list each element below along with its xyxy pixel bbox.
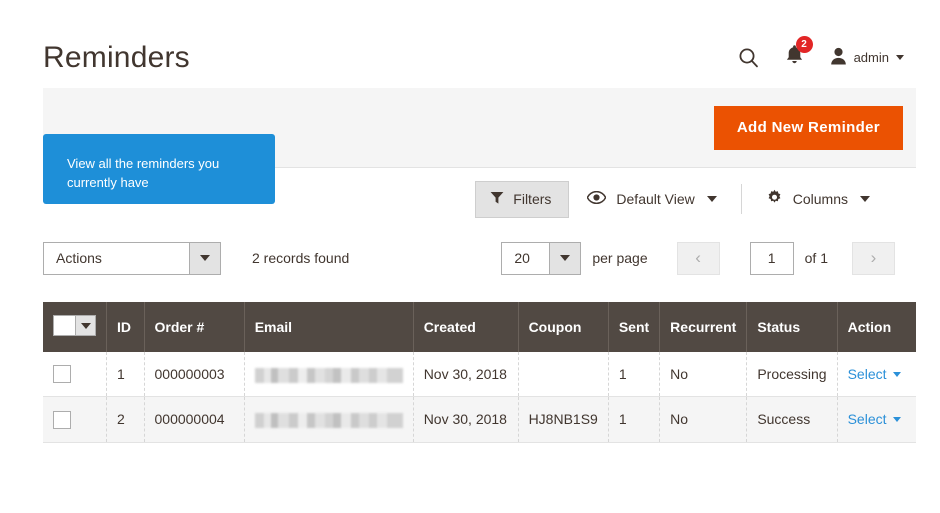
next-page-button[interactable]: ›: [852, 241, 895, 275]
reminders-grid: ID Order # Email Created Coupon Sent Rec…: [43, 302, 916, 443]
chevron-down-icon: [860, 196, 870, 202]
chevron-down-icon: [892, 416, 901, 422]
table-header-row: ID Order # Email Created Coupon Sent Rec…: [43, 302, 916, 352]
row-action-label: Select: [847, 366, 887, 383]
header-order[interactable]: Order #: [144, 302, 245, 352]
header-created[interactable]: Created: [413, 302, 519, 352]
select-all-checkbox-dropdown[interactable]: [53, 315, 96, 336]
cell-recurrent: No: [659, 352, 748, 398]
gear-icon: [766, 189, 783, 209]
chevron-down-icon: [896, 54, 904, 60]
default-view-label: Default View: [616, 191, 695, 207]
page-title: Reminders: [43, 40, 190, 74]
per-page-dropdown[interactable]: 20: [501, 241, 582, 275]
funnel-icon: [490, 191, 504, 208]
user-name: admin: [853, 49, 889, 65]
eye-icon: [586, 190, 607, 207]
cell-coupon: [518, 352, 609, 398]
actions-dropdown[interactable]: Actions: [43, 241, 221, 275]
chevron-down-icon: [706, 196, 717, 202]
cell-recurrent: No: [659, 396, 748, 443]
cell-status: Success: [746, 396, 838, 443]
user-menu[interactable]: admin: [830, 47, 904, 68]
header-action: Action: [837, 302, 916, 352]
chevron-down-icon: [892, 371, 901, 377]
redacted-email: [254, 367, 403, 383]
row-checkbox[interactable]: [53, 365, 71, 384]
row-select-cell[interactable]: [43, 396, 107, 443]
chevron-down-icon[interactable]: [75, 316, 95, 335]
columns-label: Columns: [792, 191, 848, 207]
cell-order: 000000003: [144, 352, 245, 398]
search-icon[interactable]: [738, 47, 759, 68]
header-id[interactable]: ID: [106, 302, 145, 352]
cell-created: Nov 30, 2018: [413, 396, 519, 443]
previous-page-button[interactable]: ‹: [676, 241, 720, 275]
cell-id: 1: [106, 352, 145, 398]
header-actions: 2 admin: [738, 36, 904, 70]
cell-email: [244, 396, 414, 443]
header-status[interactable]: Status: [746, 302, 838, 352]
notifications-button[interactable]: 2: [785, 36, 813, 70]
cell-created: Nov 30, 2018: [413, 352, 519, 398]
user-avatar-icon: [830, 47, 847, 68]
toolbar-divider: [740, 184, 742, 214]
row-checkbox[interactable]: [53, 410, 71, 429]
row-action-select[interactable]: Select: [848, 411, 901, 427]
header-select-all[interactable]: [43, 302, 107, 352]
per-page-value: 20: [514, 250, 530, 266]
table-row[interactable]: 1 000000003 Nov 30, 2018 1 No Processing…: [43, 352, 916, 398]
notification-badge: 2: [795, 36, 813, 53]
page-tooltip: View all the reminders you currently hav…: [43, 134, 275, 204]
row-action-label: Select: [847, 411, 887, 428]
table-head: ID Order # Email Created Coupon Sent Rec…: [43, 302, 916, 352]
row-select-cell[interactable]: [43, 352, 107, 398]
select-all-checkbox[interactable]: [54, 316, 75, 335]
header-coupon[interactable]: Coupon: [518, 302, 609, 352]
cell-status: Processing: [746, 352, 838, 398]
cell-action[interactable]: Select: [837, 352, 916, 398]
default-view-selector[interactable]: Default View: [569, 190, 734, 207]
chevron-down-icon: [189, 242, 220, 274]
cell-order: 000000004: [144, 396, 245, 443]
add-new-reminder-button[interactable]: Add New Reminder: [713, 105, 903, 150]
page-header: Reminders 2 admin: [0, 0, 940, 88]
header-sent[interactable]: Sent: [608, 302, 661, 352]
actions-dropdown-label: Actions: [56, 250, 102, 266]
reminders-table: ID Order # Email Created Coupon Sent Rec…: [43, 302, 916, 443]
cell-email: [244, 352, 414, 398]
filters-label: Filters: [513, 191, 552, 207]
table-row[interactable]: 2 000000004 Nov 30, 2018 HJ8NB1S9 1 No S…: [43, 396, 916, 443]
pagination-controls: 20 per page ‹ of 1 ›: [501, 241, 916, 275]
total-pages-label: of 1: [804, 250, 828, 266]
table-body: 1 000000003 Nov 30, 2018 1 No Processing…: [43, 352, 916, 443]
page-number-input[interactable]: [749, 241, 794, 275]
header-email[interactable]: Email: [244, 302, 414, 352]
cell-sent: 1: [608, 352, 661, 398]
cell-coupon: HJ8NB1S9: [518, 396, 609, 443]
cell-action[interactable]: Select: [837, 396, 916, 443]
cell-sent: 1: [608, 396, 661, 443]
grid-controls-row: Actions 2 records found 20 per page ‹ of…: [43, 230, 916, 286]
header-recurrent[interactable]: Recurrent: [659, 302, 748, 352]
chevron-down-icon: [549, 242, 581, 274]
redacted-email: [254, 412, 403, 428]
per-page-label: per page: [592, 250, 648, 266]
filters-button[interactable]: Filters: [475, 180, 570, 218]
cell-id: 2: [106, 396, 145, 443]
row-action-select[interactable]: Select: [848, 366, 901, 382]
columns-selector[interactable]: Columns: [748, 189, 888, 209]
records-found-label: 2 records found: [252, 250, 350, 266]
